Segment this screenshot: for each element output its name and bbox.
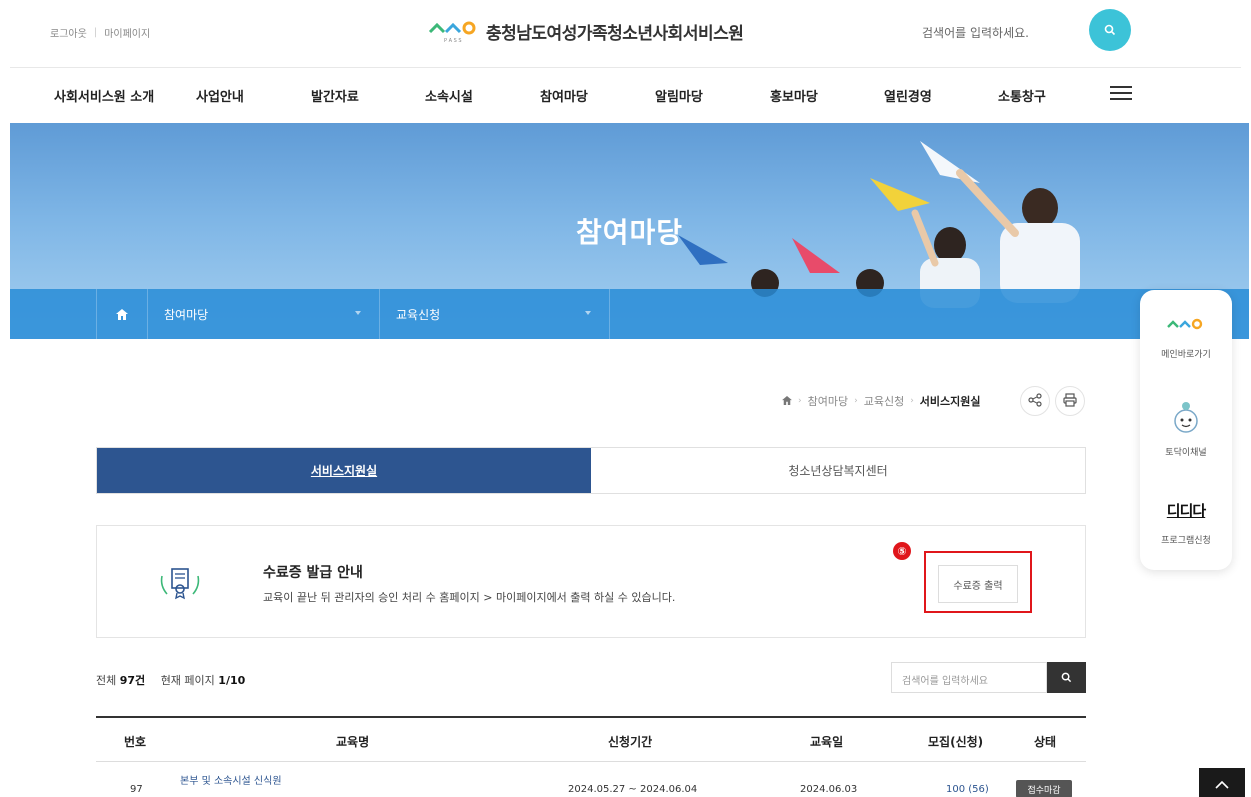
row-date: 2024.06.03 — [800, 784, 858, 795]
home-icon[interactable] — [782, 395, 792, 408]
page-value: 1/10 — [218, 674, 246, 687]
tab-service-support[interactable]: 서비스지원실 — [97, 448, 591, 493]
status-badge: 접수마감 — [1016, 780, 1072, 797]
col-period: 신청기간 — [608, 735, 653, 749]
list-summary: 전체 97건 현재 페이지 1/10 — [96, 672, 245, 688]
crumb-dropdown-2[interactable]: 교육신청 — [380, 289, 610, 339]
banner-breadcrumb-bar: 참여마당 교육신청 — [10, 289, 1249, 339]
crumb-dropdown-1[interactable]: 참여마당 — [148, 289, 380, 339]
total-label: 전체 — [96, 674, 117, 687]
banner-title: 참여마당 — [575, 216, 684, 249]
chevron-up-icon — [1215, 774, 1229, 793]
breadcrumb-current: 서비스지원실 — [919, 395, 981, 408]
annotation-number: ⑤ — [893, 542, 911, 560]
nav-item-participation[interactable]: 참여마당 — [540, 86, 588, 105]
chevron-right-icon: › — [854, 396, 858, 406]
logo-icon: P A S S — [428, 18, 478, 44]
annotation-highlight-box — [924, 551, 1032, 613]
education-table: 번호 교육명 신청기간 교육일 모집(신청) 상태 — [96, 716, 1086, 762]
col-recruit: 모집(신청) — [928, 735, 984, 749]
search-icon — [1104, 21, 1116, 40]
chevron-down-icon — [585, 311, 591, 315]
row-title[interactable]: 본부 및 소속시설 신식원 — [180, 772, 282, 787]
home-icon — [116, 305, 128, 324]
col-date: 교육일 — [810, 735, 844, 749]
certificate-heading: 수료증 발급 안내 — [263, 565, 363, 581]
site-title: 충청남도여성가족청소년사회서비스원 — [486, 23, 744, 44]
share-icon — [1028, 392, 1042, 411]
tab-youth-counseling[interactable]: 청소년상담복지센터 — [591, 448, 1085, 493]
quick-item-channel-label: 토닥이채널 — [1165, 448, 1207, 458]
row-recruit: 100 (56) — [946, 784, 989, 795]
chevron-right-icon: › — [910, 396, 914, 406]
total-count: 97건 — [119, 674, 146, 687]
mascot-icon — [1168, 402, 1204, 439]
header-search-button[interactable] — [1089, 9, 1131, 51]
nav-item-business[interactable]: 사업안내 — [196, 86, 244, 105]
scroll-top-button[interactable] — [1199, 768, 1245, 797]
quick-item-program-label: 프로그램신청 — [1161, 536, 1211, 546]
nav-item-notice[interactable]: 알림마당 — [655, 86, 703, 105]
nav-item-publications[interactable]: 발간자료 — [311, 86, 359, 105]
col-status: 상태 — [1034, 735, 1057, 749]
sub-visual-banner: 참여마당 참여마당 교육신청 — [10, 123, 1249, 339]
table-header: 번호 교육명 신청기간 교육일 모집(신청) 상태 — [96, 718, 1086, 762]
nav-item-communication[interactable]: 소통창구 — [998, 86, 1046, 105]
utility-links: 로그아웃 | 마이페이지 — [50, 25, 150, 40]
program-logo-icon: 디디다 — [1166, 502, 1206, 520]
home-button[interactable] — [96, 289, 148, 339]
main-navigation: 사회서비스원 소개 사업안내 발간자료 소속시설 참여마당 알림마당 홍보마당 … — [0, 68, 1251, 122]
crumb-dropdown-1-label: 참여마당 — [164, 307, 209, 322]
util-separator: | — [93, 27, 98, 38]
nav-item-promotion[interactable]: 홍보마당 — [770, 86, 818, 105]
list-search-input[interactable]: 검색어를 입력하세요 — [891, 662, 1047, 693]
certificate-icon — [157, 566, 203, 604]
header-search-input[interactable]: 검색어를 입력하세요. — [922, 24, 1029, 41]
share-button[interactable] — [1020, 386, 1050, 416]
quick-item-channel[interactable]: 토닥이채널 — [1140, 400, 1232, 458]
page-label: 현재 페이지 — [160, 674, 215, 687]
row-number: 97 — [130, 784, 143, 795]
print-button[interactable] — [1055, 386, 1085, 416]
menu-icon[interactable] — [1110, 86, 1132, 104]
nav-item-about[interactable]: 사회서비스원 소개 — [54, 86, 154, 105]
quick-menu: 메인바로가기 토닥이채널 디디다 프로그램신청 — [1140, 290, 1232, 570]
list-search-button[interactable] — [1047, 662, 1086, 693]
table-row[interactable]: 97 본부 및 소속시설 신식원 2024.05.27 ~ 2024.06.04… — [96, 766, 1086, 797]
mypage-link[interactable]: 마이페이지 — [104, 25, 150, 40]
crumb-dropdown-2-label: 교육신청 — [396, 307, 441, 322]
certificate-description: 교육이 끝난 뒤 관리자의 승인 처리 수 홈페이지 > 마이페이지에서 출력 … — [263, 591, 676, 604]
breadcrumb-item[interactable]: 교육신청 — [864, 393, 904, 409]
print-icon — [1063, 392, 1077, 411]
breadcrumb: › 참여마당 › 교육신청 › 서비스지원실 — [782, 393, 981, 409]
quick-item-main-label: 메인바로가기 — [1161, 350, 1211, 360]
nav-item-open-management[interactable]: 열린경영 — [884, 86, 932, 105]
chevron-down-icon — [355, 311, 361, 315]
site-header: 로그아웃 | 마이페이지 P A S S 충청남도여성가족청소년사회서비스원 검… — [0, 0, 1251, 66]
department-tabs: 서비스지원실 청소년상담복지센터 — [96, 447, 1086, 494]
chevron-right-icon: › — [798, 396, 802, 406]
site-logo[interactable]: P A S S 충청남도여성가족청소년사회서비스원 — [428, 18, 744, 44]
breadcrumb-item[interactable]: 참여마당 — [808, 393, 848, 409]
col-number: 번호 — [124, 735, 147, 749]
svg-text:P A S S: P A S S — [444, 38, 462, 44]
nav-item-facilities[interactable]: 소속시설 — [425, 86, 473, 105]
row-period: 2024.05.27 ~ 2024.06.04 — [568, 784, 698, 795]
col-title: 교육명 — [336, 735, 370, 749]
search-icon — [1061, 668, 1072, 687]
quick-item-program[interactable]: 디디다 프로그램신청 — [1140, 500, 1232, 546]
logout-link[interactable]: 로그아웃 — [50, 25, 87, 40]
logo-icon — [1166, 318, 1206, 339]
quick-item-main[interactable]: 메인바로가기 — [1140, 316, 1232, 360]
